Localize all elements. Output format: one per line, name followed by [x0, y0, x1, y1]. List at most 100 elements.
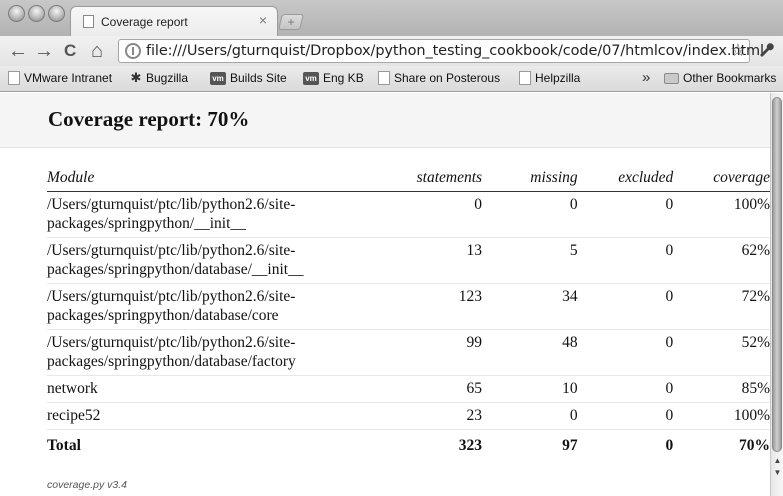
forward-arrow-icon[interactable]: → — [34, 39, 54, 63]
scroll-down-arrow-icon[interactable]: ▼ — [772, 467, 783, 479]
excluded-cell: 0 — [577, 402, 674, 430]
total-statements: 323 — [458, 437, 483, 454]
coverage-cell: 100% — [673, 191, 770, 238]
browser-toolbar: ← → C ⌂ file:///Users/gturnquist/Dropbox… — [0, 36, 783, 66]
bookmark-bugzilla[interactable]: ✱ Bugzilla — [130, 70, 189, 86]
home-icon[interactable]: ⌂ — [91, 39, 103, 63]
page-icon — [378, 71, 390, 85]
missing-cell: 34 — [482, 283, 578, 330]
excluded-cell: 0 — [577, 375, 674, 403]
missing-cell: 48 — [482, 329, 578, 376]
total-label: Total — [47, 437, 81, 454]
page-content: Coverage report: 70% Module statements m… — [0, 93, 770, 496]
module-link[interactable]: network — [47, 375, 395, 403]
address-bar[interactable]: file:///Users/gturnquist/Dropbox/python_… — [118, 39, 764, 63]
bookmark-label: Eng KB — [323, 71, 364, 85]
zoom-window-button[interactable] — [48, 5, 65, 22]
table-row: network 65 10 0 85% — [47, 375, 770, 403]
excluded-cell: 0 — [577, 191, 674, 238]
bookmarks-overflow-chevron[interactable]: » — [642, 69, 650, 86]
plus-icon: + — [287, 15, 295, 29]
excluded-cell: 0 — [577, 283, 674, 330]
bookmarks-bar: VMware Intranet ✱ Bugzilla vm Builds Sit… — [0, 66, 783, 92]
tab-coverage-report[interactable]: Coverage report × — [70, 6, 278, 36]
coverage-cell: 72% — [673, 283, 770, 330]
missing-cell: 0 — [482, 191, 578, 238]
total-row: Total 323 97 0 70% — [47, 430, 770, 460]
bookmark-label: Share on Posterous — [394, 71, 501, 85]
table-row: /Users/gturnquist/ptc/lib/python2.6/site… — [47, 191, 770, 238]
scroll-up-arrow-icon[interactable]: ▲ — [772, 455, 783, 467]
reload-icon[interactable]: C — [64, 39, 76, 63]
table-row: recipe52 23 0 0 100% — [47, 402, 770, 430]
statements-cell: 13 — [394, 237, 483, 284]
coverage-table: Module statements missing excluded cover… — [47, 167, 770, 459]
bookmark-eng-kb[interactable]: vm Eng KB — [303, 71, 364, 85]
wrench-menu-icon[interactable] — [758, 41, 774, 62]
column-header-coverage[interactable]: coverage — [673, 167, 770, 192]
page-icon — [8, 71, 20, 85]
bookmark-share-on-posterous[interactable]: Share on Posterous — [378, 71, 500, 85]
coverage-cell: 52% — [673, 329, 770, 376]
statements-cell: 0 — [394, 191, 483, 238]
bug-icon: ✱ — [130, 70, 142, 85]
statements-cell: 23 — [394, 402, 483, 430]
back-arrow-icon[interactable]: ← — [8, 39, 28, 63]
coverage-cell: 62% — [673, 237, 770, 284]
bookmark-label: Bugzilla — [146, 71, 189, 85]
table-row: /Users/gturnquist/ptc/lib/python2.6/site… — [47, 237, 770, 284]
column-header-excluded[interactable]: excluded — [577, 167, 674, 192]
column-header-module[interactable]: Module — [47, 167, 395, 192]
module-link[interactable]: recipe52 — [47, 402, 395, 430]
module-link[interactable]: /Users/gturnquist/ptc/lib/python2.6/site… — [47, 191, 395, 238]
scrollbar-thumb[interactable] — [772, 97, 782, 452]
bookmark-helpzilla[interactable]: Helpzilla — [519, 71, 580, 85]
vm-icon: vm — [303, 71, 319, 85]
url-text: file:///Users/gturnquist/Dropbox/python_… — [146, 43, 764, 59]
module-link[interactable]: /Users/gturnquist/ptc/lib/python2.6/site… — [47, 329, 395, 376]
bookmark-label: Helpzilla — [535, 71, 581, 85]
minimize-window-button[interactable] — [28, 5, 45, 22]
bookmark-builds-site[interactable]: vm Builds Site — [210, 71, 287, 85]
module-link[interactable]: /Users/gturnquist/ptc/lib/python2.6/site… — [47, 283, 395, 330]
missing-cell: 10 — [482, 375, 578, 403]
page-title: Coverage report: 70% — [48, 107, 250, 131]
excluded-cell: 0 — [577, 329, 674, 376]
bookmark-vmware-intranet[interactable]: VMware Intranet — [8, 71, 112, 85]
total-coverage: 70% — [739, 437, 770, 454]
page-info-icon[interactable] — [125, 43, 141, 59]
statements-cell: 65 — [394, 375, 483, 403]
missing-cell: 0 — [482, 402, 578, 430]
tab-strip: Coverage report × + — [0, 0, 783, 36]
column-header-missing[interactable]: missing — [482, 167, 578, 192]
folder-icon — [664, 72, 679, 84]
tab-close-icon[interactable]: × — [259, 13, 267, 27]
footer-version[interactable]: coverage.py v3.4 — [47, 479, 127, 491]
bookmark-label: Other Bookmarks — [683, 71, 777, 85]
close-window-button[interactable] — [8, 5, 25, 22]
bookmark-label: VMware Intranet — [24, 71, 113, 85]
total-missing: 97 — [562, 437, 578, 454]
page-icon — [519, 71, 531, 85]
statements-cell: 99 — [394, 329, 483, 376]
vm-icon: vm — [210, 71, 226, 85]
coverage-cell: 85% — [673, 375, 770, 403]
bookmark-star-icon[interactable]: ☆ — [730, 40, 746, 61]
bookmark-label: Builds Site — [230, 71, 287, 85]
coverage-cell: 100% — [673, 402, 770, 430]
table-header-row: Module statements missing excluded cover… — [47, 167, 770, 192]
tab-title: Coverage report — [101, 15, 188, 29]
missing-cell: 5 — [482, 237, 578, 284]
vertical-scrollbar[interactable]: ▲ ▼ — [770, 93, 783, 496]
statements-cell: 123 — [394, 283, 483, 330]
table-row: /Users/gturnquist/ptc/lib/python2.6/site… — [47, 329, 770, 376]
excluded-cell: 0 — [577, 237, 674, 284]
page-icon — [83, 15, 94, 28]
total-excluded: 0 — [665, 437, 674, 454]
other-bookmarks-button[interactable]: Other Bookmarks — [664, 71, 776, 85]
new-tab-button[interactable]: + — [278, 14, 304, 30]
module-link[interactable]: /Users/gturnquist/ptc/lib/python2.6/site… — [47, 237, 395, 284]
report-header: Coverage report: 70% — [0, 93, 770, 148]
column-header-statements[interactable]: statements — [394, 167, 483, 192]
table-row: /Users/gturnquist/ptc/lib/python2.6/site… — [47, 283, 770, 330]
